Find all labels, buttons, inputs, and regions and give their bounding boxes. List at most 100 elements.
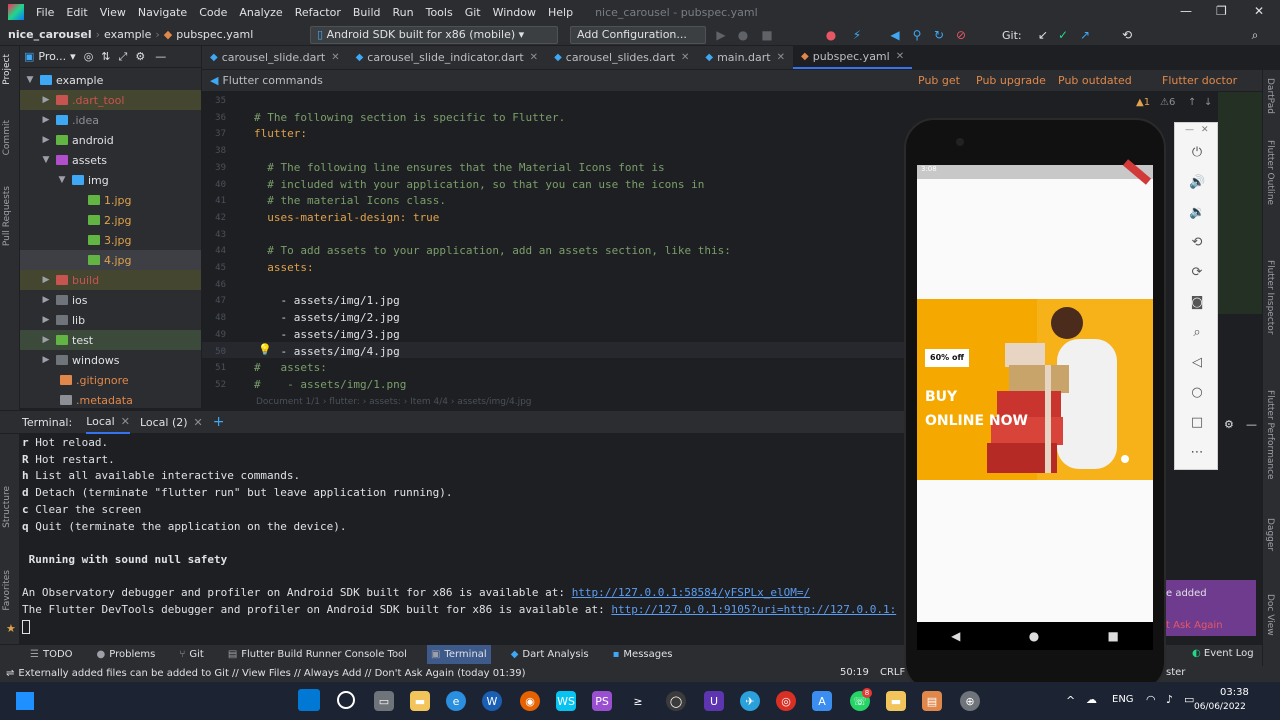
notification-popup[interactable]: e added t Ask Again [1166, 580, 1256, 636]
code-editor[interactable]: 35 36 37 38 39 40 41 42 43 44 45 46 47 48 49 50 51 52 # Th… [202, 92, 908, 394]
clock-time[interactable]: 03:38 [1220, 687, 1249, 698]
tree-item-2-jpg[interactable]: 2.jpg [20, 210, 201, 230]
code-line[interactable]: # - assets/img/1.png [254, 378, 406, 391]
pub-upgrade-link[interactable]: Pub upgrade [976, 74, 1046, 87]
hide-icon[interactable]: — [1246, 418, 1257, 431]
firefox-icon[interactable]: ◉ [520, 691, 540, 711]
lightbulb-icon[interactable]: 💡 [258, 343, 272, 356]
tab-carousel-slide-indicator[interactable]: ◆ carousel_slide_indicator.dart ✕ [348, 45, 546, 69]
carousel-slide[interactable]: 60% off BUY ONLINE NOW [917, 299, 1153, 480]
chrome-icon[interactable]: ◎ [776, 691, 796, 711]
search-icon[interactable]: ⌕ [1248, 28, 1262, 42]
terminal-output[interactable]: r Hot reload. R Hot restart. h List all av… [20, 434, 908, 644]
run-icon[interactable]: ▶ [714, 28, 728, 42]
tab-carousel-slides[interactable]: ◆ carousel_slides.dart ✕ [546, 45, 697, 69]
language-indicator[interactable]: ENG [1112, 694, 1134, 705]
close-tab-icon[interactable]: ✕ [681, 52, 689, 63]
code-line[interactable]: # included with your application, so tha… [254, 178, 704, 191]
git-tool-button[interactable]: ⑂ Git [175, 645, 207, 665]
tree-item-assets[interactable]: ▼ assets [20, 150, 201, 170]
menu-help[interactable]: Help [548, 6, 573, 19]
event-log-button[interactable]: ◐ Event Log [1192, 648, 1254, 659]
tree-item-metadata[interactable]: .metadata [20, 390, 201, 410]
terminal-tab-local[interactable]: Local ✕ [86, 410, 130, 434]
hot-reload-icon[interactable]: ⚡ [850, 28, 864, 42]
open-devtools-icon[interactable]: ⊘ [954, 28, 968, 42]
app-icon[interactable]: ▤ [922, 691, 942, 711]
refresh-icon[interactable]: ↻ [932, 28, 946, 42]
more-icon[interactable]: ⋯ [1189, 445, 1205, 461]
code-line[interactable]: flutter: [254, 127, 307, 140]
locate-icon[interactable]: ◎ [84, 50, 94, 63]
tree-item-test[interactable]: ▶ test [20, 330, 201, 350]
tray-chevron-icon[interactable]: ^ [1066, 694, 1075, 707]
menu-view[interactable]: View [100, 6, 126, 19]
cursor-position[interactable]: 50:19 [840, 667, 869, 678]
task-view-icon[interactable]: ▭ [374, 691, 394, 711]
tree-item-lib[interactable]: ▶ lib [20, 310, 201, 330]
git-commit-icon[interactable]: ✓ [1056, 28, 1070, 42]
tree-item-android[interactable]: ▶ android [20, 130, 201, 150]
tree-item-idea[interactable]: ▶ .idea [20, 110, 201, 130]
menu-run[interactable]: Run [393, 6, 414, 19]
menu-refactor[interactable]: Refactor [295, 6, 341, 19]
app-icon[interactable]: ⊕ [960, 691, 980, 711]
close-tab-icon[interactable]: ✕ [896, 51, 904, 62]
menu-analyze[interactable]: Analyze [239, 6, 282, 19]
tree-item-1-jpg[interactable]: 1.jpg [20, 190, 201, 210]
tab-main[interactable]: ◆ main.dart ✕ [697, 45, 793, 69]
stop-icon[interactable]: ■ [760, 28, 774, 42]
warning-icon[interactable]: ▲1 [1136, 97, 1150, 108]
flutter-inspector-tool-tab[interactable]: Flutter Inspector [1265, 260, 1275, 335]
home-icon[interactable]: ○ [1189, 385, 1205, 401]
line-separator[interactable]: CRLF [880, 667, 905, 678]
chevron-down-icon[interactable]: ▾ [70, 50, 76, 63]
back-icon[interactable]: ◁ [1189, 355, 1205, 371]
back-nav-icon[interactable]: ◀ [951, 629, 960, 643]
flutter-outline-tool-tab[interactable]: Flutter Outline [1265, 140, 1275, 205]
messages-tool-button[interactable]: ▪ Messages [609, 645, 677, 665]
webstorm-icon[interactable]: WS [556, 691, 576, 711]
home-nav-icon[interactable]: ● [1029, 629, 1039, 643]
tree-item-build[interactable]: ▶ build [20, 270, 201, 290]
git-update-icon[interactable]: ↙ [1036, 28, 1050, 42]
tree-item-img[interactable]: ▼ img [20, 170, 201, 190]
next-highlight-icon[interactable]: ↓ [1204, 97, 1212, 108]
breadcrumb-project[interactable]: nice_carousel [8, 28, 92, 41]
menu-edit[interactable]: Edit [66, 6, 87, 19]
code-line[interactable]: # The following section is specific to F… [254, 111, 565, 124]
phpstorm-icon[interactable]: PS [592, 691, 612, 711]
git-push-icon[interactable]: ↗ [1078, 28, 1092, 42]
project-tool-tab[interactable]: Project [2, 54, 12, 85]
zoom-icon[interactable]: ⌕ [1189, 325, 1205, 341]
tab-pubspec[interactable]: ◆ pubspec.yaml ✕ [793, 45, 913, 69]
prev-highlight-icon[interactable]: ↑ [1188, 97, 1196, 108]
close-tab-icon[interactable]: ✕ [194, 416, 203, 429]
close-icon[interactable]: ✕ [1254, 4, 1264, 18]
close-tab-icon[interactable]: ✕ [530, 52, 538, 63]
code-line[interactable]: # the material Icons class. [254, 194, 446, 207]
android-studio-icon[interactable]: A [812, 691, 832, 711]
menu-navigate[interactable]: Navigate [138, 6, 187, 19]
file-explorer-icon[interactable]: ▬ [410, 691, 430, 711]
code-line[interactable]: - assets/img/4.jpg [254, 345, 399, 358]
menu-tools[interactable]: Tools [426, 6, 453, 19]
clock-date[interactable]: 06/06/2022 [1194, 702, 1246, 712]
weak-warning-icon[interactable]: ⚠6 [1160, 97, 1175, 108]
favorites-tool-tab[interactable]: Favorites [2, 570, 12, 611]
yaml-breadcrumb[interactable]: Document 1/1 › flutter: › assets: › Item… [202, 394, 908, 410]
code-line[interactable]: - assets/img/1.jpg [254, 294, 399, 307]
device-manager-icon[interactable]: ● [824, 28, 838, 42]
tree-item-example[interactable]: ▼ example [20, 70, 201, 90]
code-line[interactable]: uses-material-design: true [254, 211, 439, 224]
flutter-inspector-icon[interactable]: ⚲ [910, 28, 924, 42]
tree-item-4-jpg[interactable]: 4.jpg [20, 250, 201, 270]
menu-file[interactable]: File [36, 6, 54, 19]
code-line[interactable]: # The following line ensures that the Ma… [254, 161, 664, 174]
todo-tool-button[interactable]: ☰ TODO [26, 645, 77, 665]
debug-icon[interactable]: ● [736, 28, 750, 42]
code-line[interactable]: # To add assets to your application, add… [254, 244, 731, 257]
recents-nav-icon[interactable]: ■ [1108, 629, 1119, 643]
volume-up-icon[interactable]: 🔊 [1189, 175, 1205, 191]
maximize-icon[interactable]: ❐ [1216, 4, 1227, 18]
